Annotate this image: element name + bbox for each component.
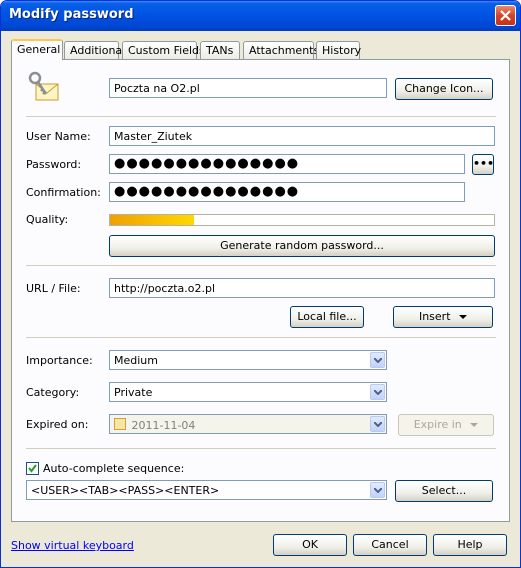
importance-value: Medium <box>114 354 158 367</box>
separator <box>26 265 496 266</box>
expiry-date-value: 2011-11-04 <box>131 419 196 432</box>
insert-label: Insert <box>418 310 451 323</box>
url-input[interactable]: http://poczta.o2.pl <box>109 278 495 298</box>
confirmation-input[interactable]: ●●●●●●●●●●●●●●● <box>109 182 465 202</box>
user-name-input[interactable]: Master_Ziutek <box>109 126 495 146</box>
chevron-down-icon[interactable] <box>370 482 385 498</box>
quality-bar <box>109 214 495 226</box>
tab-general[interactable]: General <box>11 39 63 60</box>
confirmation-label: Confirmation: <box>26 186 101 199</box>
category-label: Category: <box>26 386 80 399</box>
insert-button[interactable]: Insert <box>393 306 493 328</box>
cancel-button[interactable]: Cancel <box>353 534 427 556</box>
autocomplete-sequence-select[interactable]: <USER><TAB><PASS><ENTER> <box>26 480 387 500</box>
tab-tans[interactable]: TANs <box>200 41 240 59</box>
close-button[interactable] <box>495 5 516 26</box>
title-bar[interactable]: Modify password <box>1 1 520 31</box>
expire-in-label: Expire in <box>413 418 462 431</box>
quality-fill <box>110 215 195 225</box>
password-label: Password: <box>26 158 82 171</box>
autocomplete-checkbox[interactable] <box>26 462 39 475</box>
separator <box>26 337 496 338</box>
key-envelope-icon <box>28 71 59 101</box>
importance-select[interactable]: Medium <box>109 350 387 370</box>
local-file-button[interactable]: Local file... <box>290 306 364 328</box>
chevron-down-icon[interactable] <box>370 384 385 400</box>
importance-label: Importance: <box>26 354 93 367</box>
dropdown-arrow-icon <box>470 423 479 427</box>
tab-custom-fields[interactable]: Custom Fields <box>122 41 205 59</box>
category-value: Private <box>114 386 153 399</box>
category-select[interactable]: Private <box>109 382 387 402</box>
toggle-password-button[interactable]: ••• <box>472 154 494 175</box>
expire-in-button: Expire in <box>398 414 494 436</box>
separator <box>26 116 496 117</box>
tab-history[interactable]: History <box>316 41 361 59</box>
show-virtual-keyboard-link[interactable]: Show virtual keyboard <box>11 539 134 552</box>
chevron-down-icon[interactable] <box>370 416 385 432</box>
date-checkbox-icon <box>114 418 126 430</box>
close-icon <box>500 10 511 21</box>
autocomplete-label[interactable]: Auto-complete sequence: <box>43 462 184 475</box>
url-label: URL / File: <box>26 282 81 295</box>
autocomplete-sequence-value: <USER><TAB><PASS><ENTER> <box>31 484 220 497</box>
title-input[interactable]: Poczta na O2.pl <box>109 78 387 98</box>
help-button[interactable]: Help <box>433 534 507 556</box>
tab-attachments[interactable]: Attachments <box>243 41 319 59</box>
tab-additional[interactable]: Additional <box>64 41 125 59</box>
change-icon-button[interactable]: Change Icon... <box>395 78 493 100</box>
general-tab-panel: Poczta na O2.pl Change Icon... User Name… <box>11 59 510 522</box>
quality-label: Quality: <box>26 213 69 226</box>
dropdown-arrow-icon <box>459 315 468 319</box>
user-name-label: User Name: <box>26 130 91 143</box>
generate-password-button[interactable]: Generate random password... <box>109 235 495 257</box>
expiry-date-picker[interactable]: 2011-11-04 <box>109 414 387 434</box>
window-title: Modify password <box>9 7 134 22</box>
entry-icon <box>26 70 62 106</box>
password-input[interactable]: ●●●●●●●●●●●●●●● <box>109 154 465 174</box>
checkmark-icon <box>28 464 37 473</box>
chevron-down-icon[interactable] <box>370 352 385 368</box>
separator <box>26 448 496 449</box>
expired-on-label: Expired on: <box>26 418 89 431</box>
ok-button[interactable]: OK <box>273 534 347 556</box>
select-sequence-button[interactable]: Select... <box>395 480 493 502</box>
modify-password-dialog: Modify password General Additional Custo… <box>0 0 521 568</box>
